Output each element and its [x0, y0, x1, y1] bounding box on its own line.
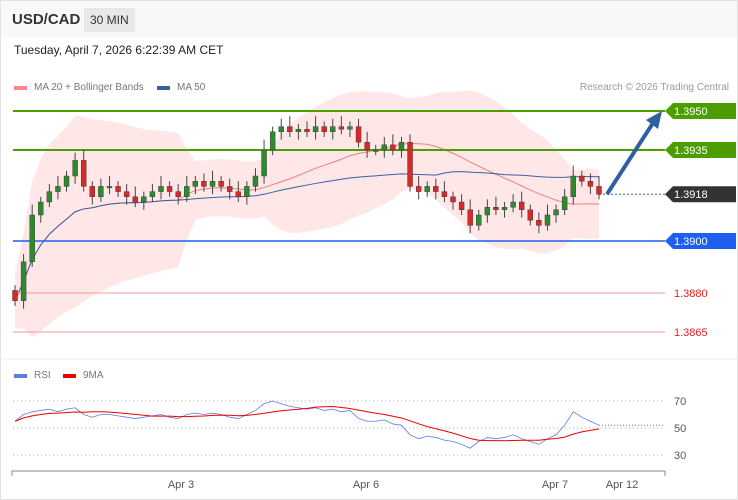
- candle: [390, 144, 396, 151]
- candle: [192, 180, 199, 187]
- x-tick-label: Apr 7: [542, 479, 568, 491]
- candle: [433, 186, 439, 192]
- candle: [519, 201, 525, 210]
- candle: [553, 209, 559, 216]
- rsi-tick: 50: [674, 423, 686, 435]
- candle: [46, 191, 53, 203]
- candle: [587, 180, 594, 187]
- candle: [98, 186, 104, 197]
- x-tick-label: Apr 12: [606, 479, 638, 491]
- level-label: 1.3880: [674, 288, 708, 300]
- level-label: 1.3950: [674, 106, 708, 118]
- candle: [287, 126, 293, 132]
- candle: [536, 219, 542, 226]
- candle: [175, 191, 181, 198]
- candle: [467, 209, 473, 226]
- candle: [561, 196, 568, 211]
- candle: [269, 131, 276, 151]
- candle: [527, 209, 533, 221]
- chart-canvas: 1.3950 1.3935 1.3918 1.3900 1.3880 1.3865 70 50…: [1, 90, 737, 491]
- candle: [458, 201, 465, 210]
- candle: [29, 214, 35, 262]
- forecast-arrow: [605, 121, 655, 196]
- candle: [158, 186, 164, 192]
- candle: [338, 126, 345, 130]
- candle: [141, 196, 147, 203]
- candle: [89, 186, 95, 197]
- candle: [570, 175, 576, 197]
- candle: [484, 206, 491, 216]
- candle: [364, 141, 370, 151]
- candle: [304, 128, 310, 132]
- candle: [544, 214, 551, 226]
- candle: [476, 214, 482, 226]
- candle: [218, 180, 224, 187]
- candle: [381, 144, 387, 151]
- candle: [450, 196, 456, 203]
- candle: [63, 175, 70, 187]
- candle: [132, 196, 138, 203]
- candle: [312, 126, 319, 132]
- candle: [123, 191, 130, 198]
- candle: [209, 180, 216, 187]
- candle: [441, 191, 448, 198]
- candle: [252, 175, 259, 187]
- candle: [115, 186, 121, 192]
- x-tick-label: Apr 6: [353, 479, 379, 491]
- candle: [407, 141, 413, 187]
- candle: [295, 128, 302, 132]
- level-label: 1.3865: [674, 327, 708, 339]
- candle: [424, 186, 430, 192]
- candle: [347, 126, 353, 130]
- candle: [596, 186, 602, 195]
- candle: [579, 175, 585, 182]
- candle: [235, 191, 241, 198]
- candle: [244, 186, 250, 197]
- candle: [166, 186, 173, 192]
- candle: [510, 201, 516, 208]
- forecast-arrowhead: [646, 111, 662, 129]
- candle: [106, 186, 113, 189]
- candle: [493, 206, 499, 210]
- candle: [12, 290, 18, 301]
- candle: [227, 186, 233, 192]
- candle: [373, 149, 379, 152]
- candle: [184, 186, 190, 197]
- level-label: 1.3900: [674, 236, 708, 248]
- candle: [278, 126, 284, 132]
- candle: [201, 180, 207, 187]
- candle: [330, 126, 336, 132]
- rsi-tick: 70: [674, 396, 686, 408]
- level-label: 1.3935: [674, 145, 708, 157]
- candle: [261, 149, 267, 177]
- rsi-tick: 30: [674, 450, 686, 462]
- level-label: 1.3918: [674, 189, 708, 201]
- candle: [55, 186, 61, 192]
- candle: [321, 126, 327, 132]
- candle: [81, 160, 87, 187]
- candle: [149, 191, 156, 198]
- candle: [398, 141, 405, 151]
- candle: [20, 261, 27, 301]
- candle: [38, 201, 44, 216]
- candle: [415, 186, 422, 192]
- candle: [355, 126, 362, 143]
- chart-widget: USD/CAD 30 MIN Tuesday, April 7, 2026 6:…: [0, 0, 738, 500]
- candle: [72, 160, 78, 177]
- candle: [501, 206, 508, 210]
- x-tick-label: Apr 3: [168, 479, 194, 491]
